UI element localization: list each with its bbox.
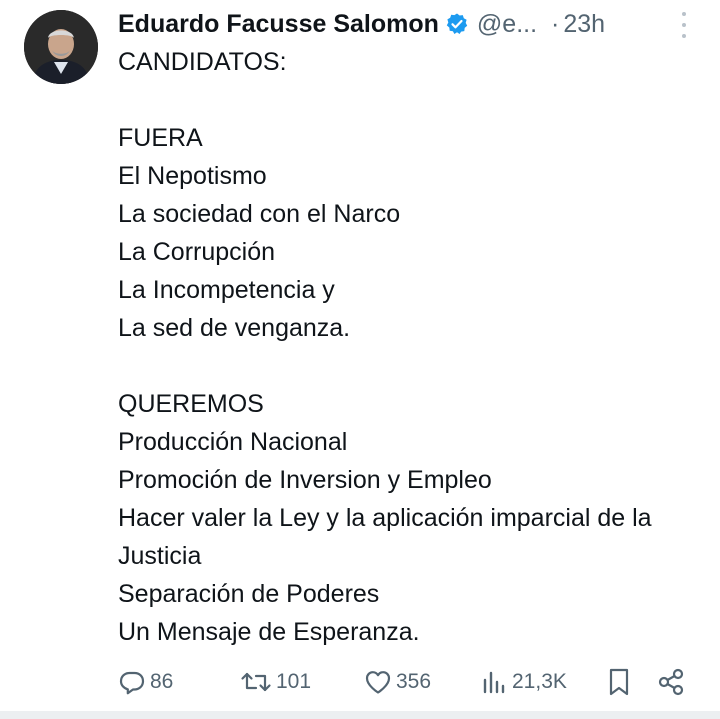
like-count: 356 (396, 670, 432, 693)
avatar-portrait (24, 10, 98, 84)
avatar[interactable] (24, 10, 98, 84)
author-handle[interactable]: @e... (477, 10, 537, 39)
tweet-line: Hacer valer la Ley y la aplicación impar… (118, 504, 652, 570)
views-icon (483, 671, 505, 694)
views-button[interactable]: 21,3K (482, 664, 567, 700)
tweet-line: Producción Nacional (118, 428, 348, 456)
bookmark-icon (609, 668, 629, 696)
author-name[interactable]: Eduardo Facusse Salomon (118, 10, 439, 39)
tweet-line: CANDIDATOS: (118, 48, 287, 76)
reply-icon (119, 671, 145, 695)
reply-button[interactable]: 86 (118, 664, 173, 700)
retweet-count: 101 (276, 670, 312, 693)
retweet-button[interactable]: 101 (240, 664, 311, 700)
tweet-line: La sociedad con el Narco (118, 200, 401, 228)
share-button[interactable] (656, 664, 686, 700)
tweet-line: QUEREMOS (118, 390, 264, 418)
divider (0, 711, 720, 719)
tweet-line: El Nepotismo (118, 162, 267, 190)
views-count: 21,3K (512, 670, 567, 693)
tweet-header: Eduardo Facusse Salomon @e... · 23h (118, 6, 700, 42)
heart-icon (365, 671, 391, 694)
tweet-line: Separación de Poderes (118, 580, 380, 608)
retweet-icon (241, 672, 271, 692)
separator-dot: · (551, 9, 560, 38)
verified-badge-icon (445, 12, 469, 36)
tweet-timestamp[interactable]: 23h (563, 10, 605, 39)
bookmark-button[interactable] (606, 664, 632, 700)
tweet-line: Promoción de Inversion y Empleo (118, 466, 492, 494)
tweet-line: La sed de venganza. (118, 314, 351, 342)
like-button[interactable]: 356 (364, 664, 431, 700)
more-vertical-icon[interactable] (678, 12, 690, 38)
tweet-actions: 86 101 356 21,3K (118, 664, 698, 700)
share-icon (658, 668, 684, 696)
tweet-text: CANDIDATOS: FUERA El Nepotismo La socied… (118, 43, 708, 651)
tweet-line: Un Mensaje de Esperanza. (118, 618, 420, 646)
tweet-line: La Corrupción (118, 238, 276, 266)
reply-count: 86 (150, 670, 174, 693)
tweet-line: FUERA (118, 124, 203, 152)
tweet-line: La Incompetencia y (118, 276, 335, 304)
